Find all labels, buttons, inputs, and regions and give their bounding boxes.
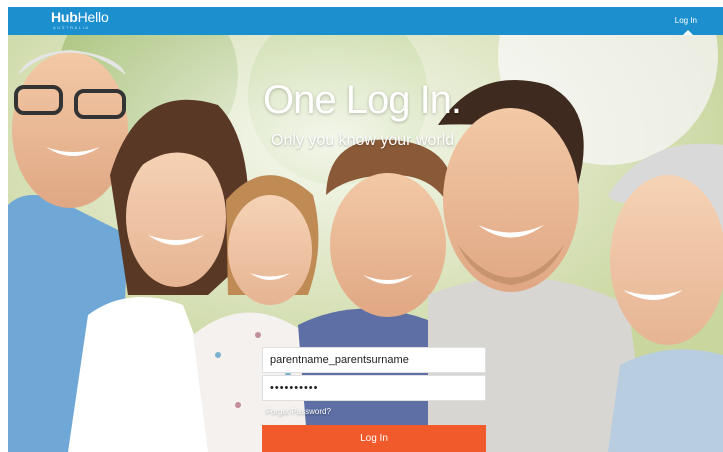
logo-wordmark: HubHello xyxy=(51,9,109,25)
top-navbar: HubHello AUSTRALIA Log In xyxy=(8,7,723,35)
page-frame: HubHello AUSTRALIA Log In One Log In. On… xyxy=(0,0,723,452)
forgot-password-link[interactable]: Forgot Password? xyxy=(266,407,331,416)
logo-tagline: AUSTRALIA xyxy=(53,25,90,30)
login-button[interactable]: Log In xyxy=(262,425,486,452)
password-input[interactable] xyxy=(262,375,486,401)
hero-headline: One Log In. xyxy=(263,78,462,122)
hero-subhead: Only you know your world xyxy=(271,132,455,149)
username-input[interactable] xyxy=(262,347,486,373)
hero-banner: One Log In. Only you know your world For… xyxy=(8,35,723,452)
